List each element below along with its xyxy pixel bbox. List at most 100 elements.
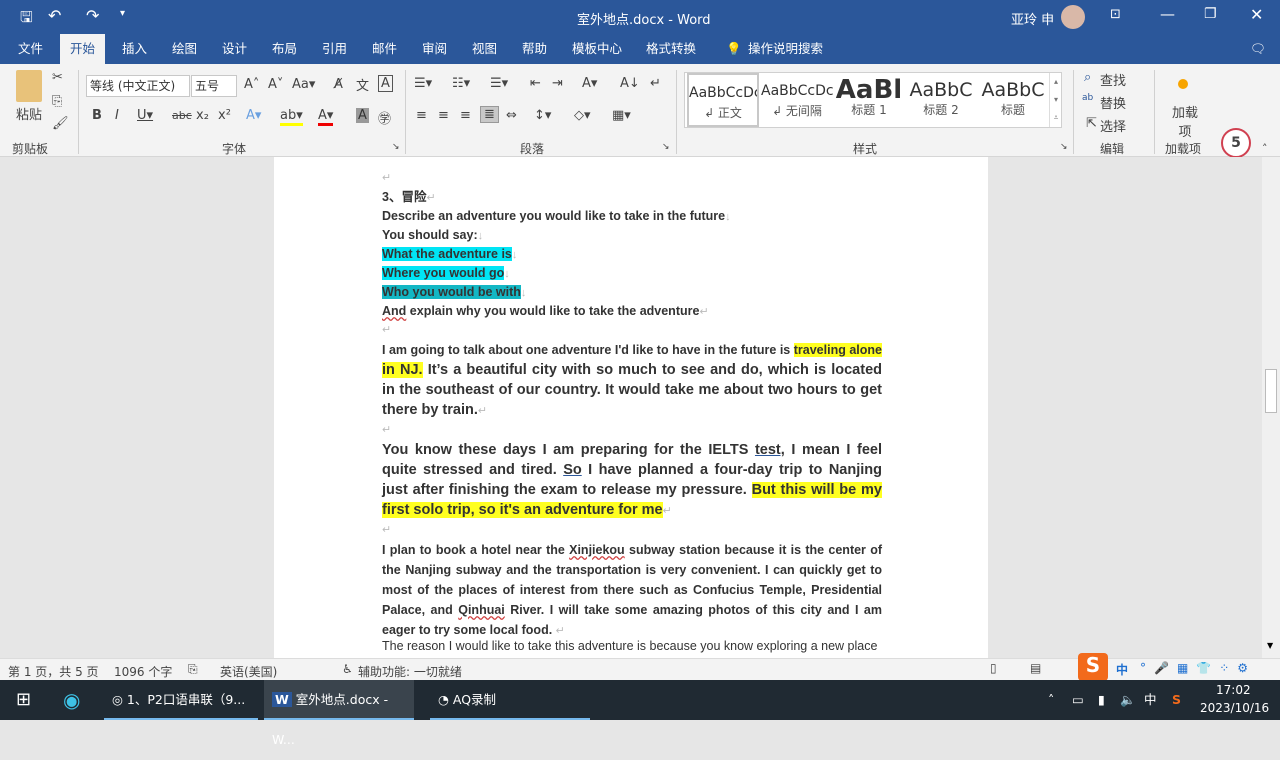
style-title[interactable]: AaBbC 标题: [977, 73, 1049, 127]
replace-button[interactable]: 替换: [1100, 93, 1126, 112]
notification-badge[interactable]: 5: [1221, 128, 1251, 158]
numbering-icon[interactable]: ☷▾: [452, 76, 470, 91]
format-painter-icon[interactable]: 🖌: [52, 116, 69, 131]
comments-icon[interactable]: 🗨: [1240, 34, 1276, 64]
customize-toolbar-icon[interactable]: ▾: [120, 8, 125, 19]
close-icon[interactable]: ✕: [1250, 5, 1263, 24]
tab-template-center[interactable]: 模板中心: [562, 34, 632, 64]
clock-date[interactable]: 2023/10/16: [1200, 701, 1269, 715]
styles-dialog-launcher-icon[interactable]: ↘: [1060, 142, 1068, 152]
style-heading-2[interactable]: AaBbC 标题 2: [905, 73, 977, 127]
avatar[interactable]: [1061, 5, 1085, 29]
borders-icon[interactable]: ▦▾: [612, 108, 631, 123]
shrink-font-icon[interactable]: A˅: [268, 77, 283, 92]
decrease-indent-icon[interactable]: ⇤: [530, 76, 541, 91]
font-size-select[interactable]: 五号: [191, 75, 237, 97]
tab-insert[interactable]: 插入: [112, 34, 157, 64]
font-dialog-launcher-icon[interactable]: ↘: [392, 142, 400, 152]
user-name[interactable]: 亚玲 申: [1011, 9, 1054, 28]
paste-button[interactable]: 粘贴: [16, 104, 42, 123]
word-count[interactable]: 1096 个字: [114, 663, 172, 680]
edge-icon[interactable]: ◉: [63, 680, 80, 720]
grow-font-icon[interactable]: A˄: [244, 77, 259, 92]
styles-scroll[interactable]: ▴ ▾ ⩡: [1049, 73, 1062, 127]
tab-help[interactable]: 帮助: [512, 34, 557, 64]
superscript-icon[interactable]: x²: [218, 108, 231, 123]
copy-icon[interactable]: ⎘: [52, 94, 62, 109]
redo-icon[interactable]: ↷: [86, 6, 99, 25]
ribbon-display-icon[interactable]: ⊡: [1110, 7, 1121, 22]
style-no-spacing[interactable]: AaBbCcDc ↲ 无间隔: [761, 73, 833, 127]
restore-icon[interactable]: ❐: [1204, 6, 1217, 22]
proofing-icon[interactable]: ⎘: [188, 662, 198, 677]
start-icon[interactable]: ⊞: [16, 680, 31, 720]
subscript-icon[interactable]: x₂: [196, 108, 209, 123]
align-center-icon[interactable]: ≡: [438, 108, 449, 123]
read-mode-icon[interactable]: ▯: [990, 661, 997, 675]
save-icon[interactable]: 🖫: [20, 7, 33, 32]
italic-icon[interactable]: I: [115, 108, 119, 123]
bullets-icon[interactable]: ☰▾: [414, 76, 432, 91]
paste-icon[interactable]: [16, 70, 42, 102]
tray-sogou-icon[interactable]: S: [1172, 680, 1181, 720]
taskbar-item-1[interactable]: ◎ 1、P2口语串联（9...: [104, 680, 258, 720]
char-shading-icon[interactable]: A: [356, 108, 369, 123]
accessibility-status[interactable]: 辅助功能: 一切就绪: [358, 663, 462, 680]
distributed-icon[interactable]: ⇔: [506, 108, 517, 123]
tab-mailings[interactable]: 邮件: [362, 34, 407, 64]
tab-design[interactable]: 设计: [212, 34, 257, 64]
highlight-icon[interactable]: ab▾: [280, 108, 303, 126]
ime-mode[interactable]: 中: [1116, 661, 1128, 678]
font-name-select[interactable]: 等线 (中文正文): [86, 75, 190, 97]
scroll-down-icon[interactable]: ▼: [1267, 641, 1273, 650]
change-case-icon[interactable]: Aa▾: [292, 77, 315, 92]
increase-indent-icon[interactable]: ⇥: [552, 76, 563, 91]
taskbar-item-word[interactable]: W 室外地点.docx - W...: [264, 680, 414, 747]
clear-format-icon[interactable]: A̸: [334, 77, 343, 92]
enclose-char-icon[interactable]: ㊫: [378, 108, 391, 127]
tab-review[interactable]: 审阅: [412, 34, 457, 64]
align-left-icon[interactable]: ≡: [416, 108, 427, 123]
undo-icon[interactable]: ↶: [48, 6, 61, 25]
tray-overflow-icon[interactable]: ˄: [1048, 680, 1054, 720]
document-body[interactable]: ↵ 3、冒险↵ Describe an adventure you would …: [382, 169, 882, 641]
font-color-icon[interactable]: A▾: [318, 108, 334, 126]
shading-icon[interactable]: ◇▾: [574, 108, 591, 123]
align-right-icon[interactable]: ≡: [460, 108, 471, 123]
addins-button[interactable]: 加载项: [1172, 102, 1198, 140]
underline-icon[interactable]: U▾: [137, 108, 153, 123]
ime-toolbar-icons[interactable]: °🎤▦👕⁘⚙: [1140, 661, 1256, 675]
minimize-icon[interactable]: —: [1160, 5, 1175, 23]
page-count[interactable]: 第 1 页，共 5 页: [8, 663, 99, 680]
justify-icon[interactable]: ≣: [480, 106, 499, 123]
tab-draw[interactable]: 绘图: [162, 34, 207, 64]
char-spacing-icon[interactable]: A▾: [582, 76, 597, 91]
select-button[interactable]: 选择: [1100, 116, 1126, 135]
collapse-ribbon-icon[interactable]: ˄: [1262, 142, 1268, 155]
bold-icon[interactable]: B: [92, 108, 102, 123]
sogou-ime-icon[interactable]: S: [1078, 653, 1108, 681]
paragraph-dialog-launcher-icon[interactable]: ↘: [662, 142, 670, 152]
tray-ime[interactable]: 中: [1144, 680, 1157, 720]
tab-layout[interactable]: 布局: [262, 34, 307, 64]
multilevel-list-icon[interactable]: ☰▾: [490, 76, 508, 91]
char-border-icon[interactable]: A: [378, 75, 393, 92]
sort-icon[interactable]: A↓: [620, 76, 640, 91]
clock-time[interactable]: 17:02: [1216, 683, 1251, 697]
volume-icon[interactable]: 🔈: [1120, 680, 1136, 720]
tab-view[interactable]: 视图: [462, 34, 507, 64]
vertical-scrollbar[interactable]: ▼: [1262, 157, 1280, 658]
phonetic-guide-icon[interactable]: 文: [356, 75, 369, 94]
style-normal[interactable]: AaBbCcDc ↲ 正文: [687, 73, 759, 127]
language[interactable]: 英语(美国): [220, 663, 277, 680]
tab-home[interactable]: 开始: [60, 34, 106, 64]
style-heading-1[interactable]: AaBl 标题 1: [833, 73, 905, 127]
tell-me-search[interactable]: 操作说明搜索: [738, 34, 833, 64]
cut-icon[interactable]: ✂: [52, 70, 63, 85]
taskbar-item-aq[interactable]: ◔ AQ录制: [430, 680, 590, 720]
print-layout-icon[interactable]: ▤: [1030, 661, 1041, 675]
find-button[interactable]: 查找: [1100, 70, 1126, 89]
line-spacing-icon[interactable]: ↕▾: [534, 108, 551, 123]
scrollbar-thumb[interactable]: [1265, 369, 1277, 413]
show-marks-icon[interactable]: ↵: [650, 76, 661, 91]
